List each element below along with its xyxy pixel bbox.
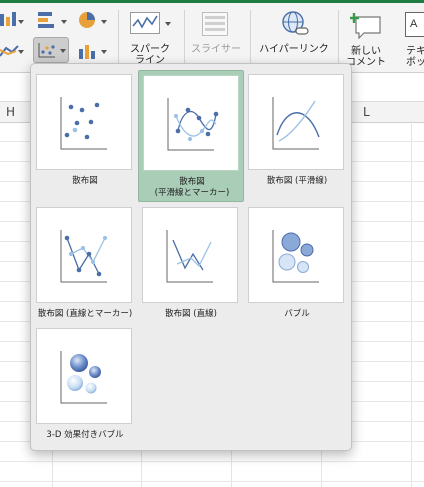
scatter-straight-option[interactable]: 散布図 (直線) bbox=[138, 203, 244, 327]
grid-line bbox=[0, 461, 424, 462]
ribbon-accent-line bbox=[0, 0, 424, 3]
bubble-3d-icon bbox=[60, 351, 107, 404]
column-header-h[interactable]: H bbox=[6, 105, 15, 119]
scatter-chart-menu: 散布図 散布図 (平滑線とマーカー) 散布図 (平滑線) 散布図 (直線とマーカ… bbox=[30, 63, 352, 451]
scatter-label: 散布図 bbox=[72, 176, 98, 186]
scatter-chart-icon bbox=[38, 43, 55, 58]
scatter-chart-button[interactable] bbox=[33, 37, 69, 63]
bubble-3d-option[interactable]: 3-D 効果付きバブル bbox=[32, 324, 138, 448]
scatter-smooth-thumbnail bbox=[248, 74, 344, 170]
scatter-straight-label: 散布図 (直線) bbox=[165, 309, 217, 319]
hyperlink-label[interactable]: ハイパーリンク bbox=[256, 44, 332, 55]
ribbon-separator bbox=[338, 10, 339, 65]
chevron-down-icon[interactable] bbox=[18, 50, 24, 54]
scatter-smooth-label: 散布図 (平滑線) bbox=[266, 176, 328, 186]
scatter-option[interactable]: 散布図 bbox=[32, 70, 138, 194]
grid-line bbox=[0, 481, 424, 482]
bubble-option[interactable]: バブル bbox=[244, 203, 350, 327]
scatter-straight-icon bbox=[166, 230, 213, 283]
grid-line bbox=[411, 121, 412, 487]
scatter-smooth-markers-option[interactable]: 散布図 (平滑線とマーカー) bbox=[138, 70, 244, 202]
scatter-straight-markers-icon bbox=[60, 230, 108, 283]
chevron-down-icon[interactable] bbox=[18, 20, 24, 24]
scatter-straight-markers-thumbnail bbox=[36, 207, 132, 303]
scatter-smooth-markers-thumbnail bbox=[143, 75, 239, 171]
chevron-down-icon[interactable] bbox=[101, 50, 107, 54]
pie-chart-icon[interactable] bbox=[77, 10, 99, 30]
scatter-thumbnail bbox=[36, 74, 132, 170]
bubble-label: バブル bbox=[284, 309, 310, 319]
chevron-down-icon[interactable] bbox=[101, 20, 107, 24]
slicer-label: スライサー bbox=[191, 44, 241, 55]
bubble-icon bbox=[272, 230, 319, 283]
new-comment-icon[interactable] bbox=[350, 11, 382, 39]
scatter-straight-thumbnail bbox=[142, 207, 238, 303]
scatter-smooth-icon bbox=[272, 97, 320, 150]
scatter-straight-markers-label: 散布図 (直線とマーカー) bbox=[37, 309, 133, 319]
ribbon-separator bbox=[118, 10, 119, 65]
bubble-3d-label: 3-D 効果付きバブル bbox=[46, 430, 124, 440]
bubble-3d-thumbnail bbox=[36, 328, 132, 424]
column-header-l[interactable]: L bbox=[363, 105, 370, 119]
chevron-down-icon bbox=[60, 49, 66, 53]
scatter-straight-markers-option[interactable]: 散布図 (直線とマーカー) bbox=[32, 203, 138, 327]
ribbon-separator bbox=[250, 10, 251, 65]
bar-chart-icon[interactable] bbox=[36, 10, 60, 30]
textbox-icon[interactable]: A bbox=[405, 12, 424, 38]
scatter-smooth-markers-label: 散布図 (平滑線とマーカー) bbox=[154, 177, 230, 198]
svg-text:A: A bbox=[410, 18, 418, 30]
textbox-label[interactable]: テキ ボッ bbox=[406, 46, 424, 68]
hyperlink-icon[interactable] bbox=[280, 10, 310, 38]
sparkline-icon[interactable] bbox=[130, 12, 160, 34]
scatter-smooth-markers-icon bbox=[167, 98, 219, 151]
slicer-icon bbox=[202, 12, 228, 36]
scatter-icon bbox=[60, 97, 107, 150]
ribbon-separator bbox=[184, 10, 185, 65]
chevron-down-icon[interactable] bbox=[61, 20, 67, 24]
combo-chart-icon[interactable] bbox=[78, 41, 100, 61]
chevron-down-icon[interactable] bbox=[165, 22, 171, 26]
bubble-thumbnail bbox=[248, 207, 344, 303]
scatter-smooth-option[interactable]: 散布図 (平滑線) bbox=[244, 70, 350, 194]
